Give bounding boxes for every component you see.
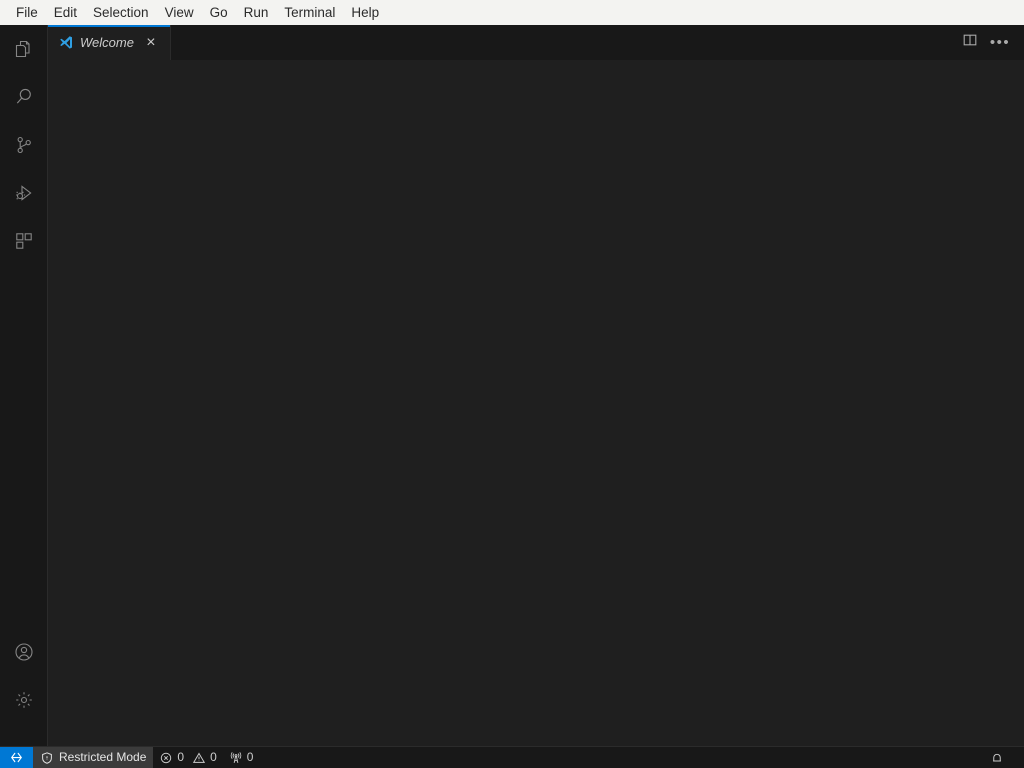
status-bar-right: [982, 747, 1024, 768]
activity-bar-top-group: [0, 25, 47, 265]
menu-file[interactable]: File: [8, 2, 46, 23]
status-restricted-mode[interactable]: Restricted Mode: [33, 747, 153, 768]
more-actions-icon: •••: [990, 38, 1010, 48]
tab-bar-filler: [171, 25, 956, 60]
vscode-logo-icon: [58, 35, 74, 51]
activity-bar-bottom-group: [0, 628, 47, 746]
tab-close-icon[interactable]: ×: [142, 34, 160, 52]
tab-list: Welcome ×: [48, 25, 171, 60]
tab-welcome[interactable]: Welcome ×: [48, 25, 171, 60]
status-notifications[interactable]: [982, 747, 1016, 768]
error-circle-icon: [159, 751, 173, 765]
menu-run[interactable]: Run: [236, 2, 277, 23]
status-ports-count: 0: [247, 747, 254, 768]
remote-indicator-icon: [9, 750, 24, 765]
workbench-body: Welcome × •••: [0, 25, 1024, 746]
menu-view[interactable]: View: [157, 2, 202, 23]
source-control-icon: [12, 133, 36, 157]
status-warning-count: 0: [210, 747, 217, 768]
status-bar-left: Restricted Mode 0 0: [0, 747, 259, 768]
menu-selection[interactable]: Selection: [85, 2, 157, 23]
menu-terminal[interactable]: Terminal: [276, 2, 343, 23]
split-editor-icon: [962, 32, 978, 53]
files-explorer-icon: [12, 37, 36, 61]
status-restricted-label: Restricted Mode: [59, 747, 146, 768]
split-editor-button[interactable]: [956, 29, 984, 57]
status-error-count: 0: [177, 747, 184, 768]
menu-help[interactable]: Help: [343, 2, 387, 23]
run-and-debug-icon: [12, 181, 36, 205]
activitybar-item-accounts[interactable]: [0, 628, 47, 676]
menu-bar: File Edit Selection View Go Run Terminal…: [0, 0, 1024, 25]
activitybar-item-run-debug[interactable]: [0, 169, 47, 217]
status-bar-spacer: [259, 747, 982, 768]
welcome-editor-content: [48, 60, 1024, 746]
activitybar-item-search[interactable]: [0, 73, 47, 121]
vscode-window: File Edit Selection View Go Run Terminal…: [0, 0, 1024, 768]
extensions-icon: [12, 229, 36, 253]
status-remote-indicator[interactable]: [0, 747, 33, 768]
status-bar: Restricted Mode 0 0: [0, 746, 1024, 768]
account-icon: [12, 640, 36, 664]
editor-tab-bar: Welcome × •••: [48, 25, 1024, 60]
status-ports[interactable]: 0: [223, 747, 260, 768]
editor-region: Welcome × •••: [48, 25, 1024, 746]
menu-edit[interactable]: Edit: [46, 2, 85, 23]
shield-icon: [40, 751, 54, 765]
status-problems[interactable]: 0 0: [153, 747, 222, 768]
menu-go[interactable]: Go: [202, 2, 236, 23]
activitybar-item-manage[interactable]: [0, 676, 47, 724]
search-icon: [12, 85, 36, 109]
tab-label: Welcome: [80, 35, 134, 51]
bell-icon: [990, 751, 1004, 765]
more-actions-button[interactable]: •••: [986, 29, 1014, 57]
editor-actions: •••: [956, 25, 1024, 60]
gear-icon: [12, 688, 36, 712]
ports-radio-tower-icon: [229, 751, 243, 765]
activitybar-item-explorer[interactable]: [0, 25, 47, 73]
activitybar-item-extensions[interactable]: [0, 217, 47, 265]
activitybar-item-source-control[interactable]: [0, 121, 47, 169]
activity-bar: [0, 25, 48, 746]
warning-triangle-icon: [192, 751, 206, 765]
